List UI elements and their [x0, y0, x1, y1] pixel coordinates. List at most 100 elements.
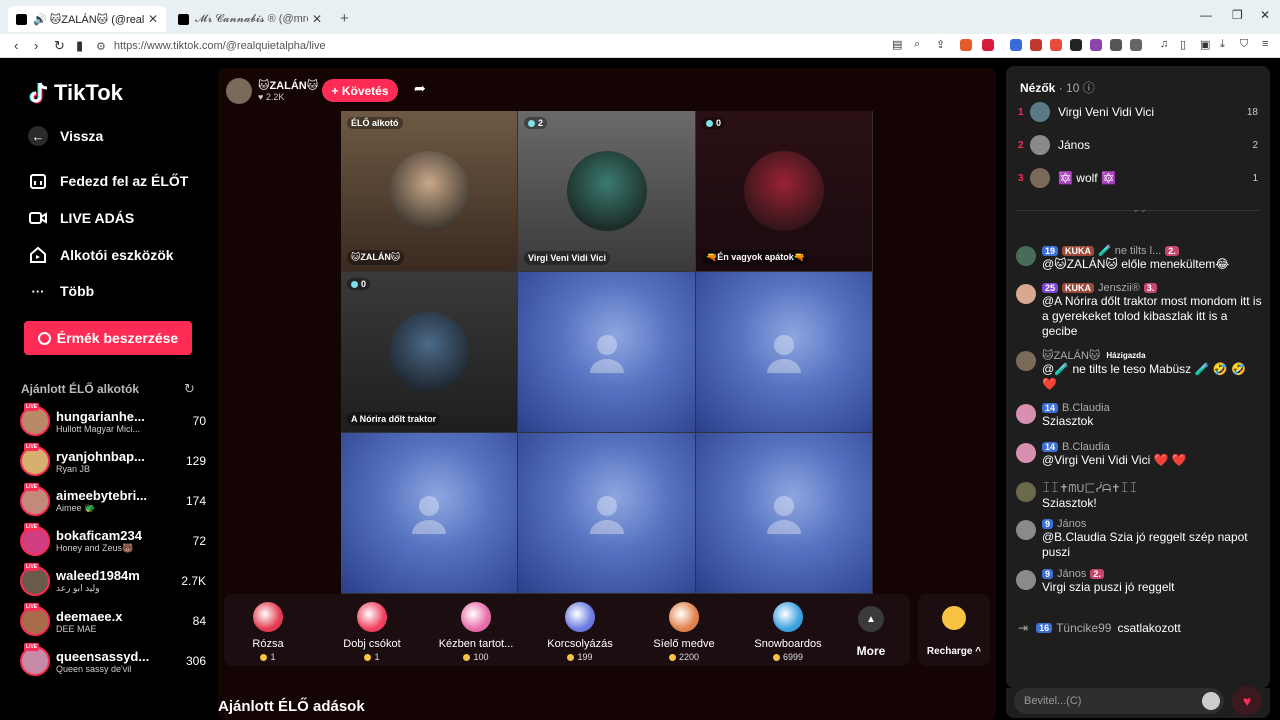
- chevron-down-icon[interactable]: ⌄⌄: [1132, 204, 1147, 215]
- tiktok-logo[interactable]: TikTok: [28, 80, 123, 106]
- empty-seat[interactable]: [518, 272, 696, 433]
- chat-avatar[interactable]: [1016, 443, 1036, 463]
- creator-item[interactable]: LIVE ryanjohnbap... Ryan JB 129: [20, 442, 206, 480]
- rewards-icon[interactable]: [982, 39, 994, 51]
- guest-cell[interactable]: 0 A Nórira dőlt traktor: [341, 272, 518, 433]
- chat-avatar[interactable]: [1016, 570, 1036, 590]
- creator-item[interactable]: LIVE hungarianhe... Hullott Magyar Mici...…: [20, 402, 206, 440]
- gift-item[interactable]: Snowboardos 6999: [738, 602, 838, 662]
- chat-avatar[interactable]: [1016, 351, 1036, 371]
- get-coins-button[interactable]: Érmék beszerzése: [24, 321, 192, 355]
- vpn-icon[interactable]: ⛉: [1240, 38, 1248, 51]
- nav-back[interactable]: ← Vissza: [28, 126, 103, 146]
- chat-avatar[interactable]: [1016, 520, 1036, 540]
- chat-username[interactable]: ꀤꀤ✝ᗰᑌ匚ᓰᗩ✝ꀤꀤ: [1042, 480, 1138, 496]
- chat-username[interactable]: Jenszii®: [1098, 282, 1140, 294]
- browser-tab-active[interactable]: 🔊 🐱ZALÁN🐱 (@realquietalpha ✕: [8, 6, 166, 32]
- chat-avatar[interactable]: [1016, 404, 1036, 424]
- media-icon[interactable]: ♫: [1160, 38, 1168, 50]
- guest-cell[interactable]: ÉLŐ alkotó 🐱ZALÁN🐱: [341, 111, 518, 272]
- downloads-icon[interactable]: ⤓: [1220, 38, 1225, 51]
- creator-avatar[interactable]: LIVE: [20, 523, 50, 556]
- reload-icon[interactable]: ↻: [54, 38, 65, 54]
- heart-like-button[interactable]: ♥: [1232, 686, 1262, 716]
- extension-hls-icon[interactable]: [1050, 39, 1062, 51]
- viewer-row[interactable]: 2 János 2: [1018, 133, 1258, 157]
- gift-item[interactable]: Dobj csókot 1: [322, 602, 422, 662]
- emoji-icon[interactable]: [1202, 692, 1220, 710]
- extension-dark-icon[interactable]: [1070, 39, 1082, 51]
- viewer-row[interactable]: 1 Virgi Veni Vidi Vici 18: [1018, 100, 1258, 124]
- extension-red-icon[interactable]: [1030, 39, 1042, 51]
- help-icon[interactable]: ⓘ: [1083, 81, 1095, 95]
- extension-color-icon[interactable]: [1090, 39, 1102, 51]
- empty-seat[interactable]: [696, 272, 873, 433]
- nav-explore-live[interactable]: Fedezd fel az ÉLŐT: [28, 171, 188, 191]
- viewer-row[interactable]: 3 🔯 wolf 🔯 1: [1018, 166, 1258, 190]
- wallet-icon[interactable]: ▣: [1200, 38, 1210, 51]
- nav-creator-tools[interactable]: Alkotói eszközök: [28, 245, 174, 265]
- creator-avatar[interactable]: LIVE: [20, 603, 50, 636]
- creator-item[interactable]: LIVE bokaficam234 Honey and Zeus🐻 72: [20, 522, 206, 560]
- new-tab-icon[interactable]: +: [340, 10, 349, 27]
- browser-tab-inactive[interactable]: 𝓜𝓻 𝓒𝓪𝓷𝓷𝓪𝓫𝓲𝓼 ® (@mrcannabis_ ✕: [170, 6, 330, 32]
- forward-icon[interactable]: ›: [34, 38, 38, 53]
- share-icon[interactable]: ➦: [414, 80, 426, 97]
- viewers-header[interactable]: Nézők · 10 ⓘ: [1020, 79, 1095, 96]
- site-settings-icon[interactable]: ⚙: [96, 40, 106, 53]
- extension-gray-icon[interactable]: [1110, 39, 1122, 51]
- back-icon[interactable]: ‹: [14, 38, 18, 53]
- chat-username[interactable]: János: [1057, 518, 1086, 530]
- close-window-icon[interactable]: ✕: [1260, 8, 1270, 22]
- host-name[interactable]: 🐱ZALÁN🐱: [258, 79, 318, 92]
- gift-item[interactable]: Korcsolyázás 199: [530, 602, 630, 662]
- close-tab-icon[interactable]: ✕: [312, 12, 322, 26]
- creator-item[interactable]: LIVE aimeebytebri... Aimee 🐲 174: [20, 482, 206, 520]
- creator-item[interactable]: LIVE deemaee.x DEE MAE 84: [20, 602, 206, 640]
- chat-avatar[interactable]: [1016, 284, 1036, 304]
- chat-avatar[interactable]: [1016, 482, 1036, 502]
- address-bar[interactable]: ⚙ https://www.tiktok.com/@realquietalpha…: [96, 36, 880, 56]
- gift-item[interactable]: Síelő medve 2200: [634, 602, 734, 662]
- gift-item[interactable]: Rózsa 1: [218, 602, 318, 662]
- maximize-icon[interactable]: ❐: [1232, 8, 1243, 22]
- nav-live-studio[interactable]: LIVE ADÁS: [28, 208, 134, 228]
- joined-user[interactable]: Tüncike99: [1056, 621, 1111, 635]
- extensions-icon[interactable]: [1130, 39, 1142, 51]
- chat-avatar[interactable]: [1016, 246, 1036, 266]
- chat-username[interactable]: 🧪 ne tilts l...: [1098, 244, 1161, 257]
- recharge-button[interactable]: Recharge ^: [918, 594, 990, 666]
- host-avatar[interactable]: [226, 78, 252, 104]
- zoom-icon[interactable]: ⌕: [914, 38, 920, 51]
- creator-item[interactable]: LIVE queensassyd... Queen sassy de'vil 306: [20, 642, 206, 680]
- share-page-icon[interactable]: ⇪: [936, 38, 945, 51]
- creator-avatar[interactable]: LIVE: [20, 443, 50, 476]
- close-tab-icon[interactable]: ✕: [148, 12, 158, 26]
- empty-seat[interactable]: [696, 433, 873, 594]
- menu-icon[interactable]: ≡: [1262, 38, 1268, 50]
- empty-seat[interactable]: [518, 433, 696, 594]
- more-gifts-button[interactable]: More: [846, 644, 896, 658]
- bookmark-icon[interactable]: ▮: [76, 38, 83, 54]
- guest-cell[interactable]: 0 🔫Én vagyok apátok🔫: [696, 111, 873, 272]
- creator-avatar[interactable]: LIVE: [20, 483, 50, 516]
- reader-icon[interactable]: ▤: [892, 38, 902, 51]
- minimize-icon[interactable]: —: [1200, 8, 1212, 22]
- nav-more[interactable]: ··· Több: [28, 281, 95, 301]
- refresh-icon[interactable]: ↻: [184, 381, 195, 397]
- chat-username[interactable]: B.Claudia: [1062, 402, 1110, 414]
- follow-button[interactable]: + Követés: [322, 79, 398, 102]
- creator-avatar[interactable]: LIVE: [20, 403, 50, 436]
- chat-username[interactable]: János: [1057, 568, 1086, 580]
- chat-username[interactable]: B.Claudia: [1062, 441, 1110, 453]
- creator-avatar[interactable]: LIVE: [20, 563, 50, 596]
- creator-avatar[interactable]: LIVE: [20, 643, 50, 676]
- brave-shield-icon[interactable]: [960, 39, 972, 51]
- sidebar-toggle-icon[interactable]: ▯: [1180, 38, 1186, 51]
- chat-username[interactable]: 🐱ZALÁN🐱: [1042, 349, 1100, 362]
- chevron-up-icon[interactable]: ▲: [858, 606, 884, 632]
- guest-cell[interactable]: 2 Virgi Veni Vidi Vici: [518, 111, 696, 272]
- empty-seat[interactable]: [341, 433, 518, 594]
- creator-item[interactable]: LIVE waleed1984m وليد ابو رعد 2.7K: [20, 562, 206, 600]
- gift-item[interactable]: Kézben tartot... 100: [426, 602, 526, 662]
